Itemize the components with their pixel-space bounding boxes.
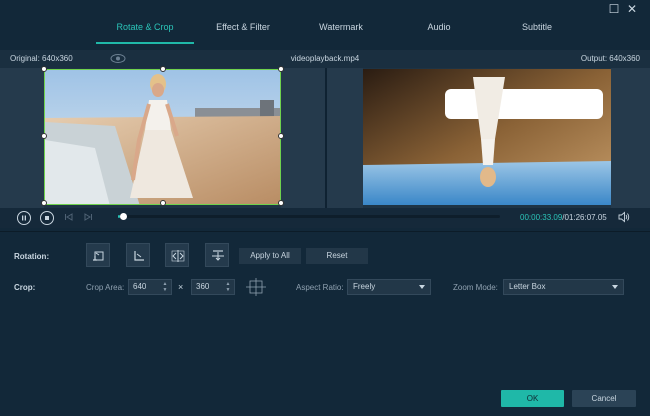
flipped-photo [363, 69, 611, 205]
flip-vertical-button[interactable] [205, 243, 229, 267]
pause-button[interactable] [17, 211, 31, 225]
crop-handle-right[interactable] [278, 133, 284, 139]
times-sign: × [178, 282, 184, 292]
flip-horizontal-button[interactable] [165, 243, 189, 267]
crop-handle-top-left[interactable] [41, 66, 47, 72]
stop-button[interactable] [40, 211, 54, 225]
divider-line [0, 231, 650, 232]
rotate-right-button[interactable] [126, 243, 150, 267]
zoom-mode-value: Letter Box [509, 282, 546, 291]
eye-icon[interactable] [110, 53, 126, 64]
crop-handle-bottom-left[interactable] [41, 200, 47, 206]
preview-margin-mid-right [327, 68, 363, 208]
flip-vertical-icon [212, 250, 224, 261]
cancel-button[interactable]: Cancel [572, 390, 636, 407]
flip-horizontal-icon [171, 250, 185, 262]
rotate-left-button[interactable] [86, 243, 110, 267]
crop-handle-top[interactable] [160, 66, 166, 72]
total-time: /01:26:07.05 [562, 213, 607, 222]
time-display: 00:00:33.09/01:26:07.05 [520, 213, 607, 222]
preview-info-bar: videoplayback.mp4 Original: 640x360 Outp… [0, 50, 650, 68]
volume-icon[interactable] [618, 211, 630, 223]
progress-track[interactable] [118, 215, 500, 218]
output-resolution: Output: 640x360 [580, 54, 640, 63]
tab-audio[interactable]: Audio [390, 16, 488, 44]
next-frame-icon[interactable] [83, 212, 93, 222]
tab-subtitle[interactable]: Subtitle [488, 16, 586, 44]
reset-button[interactable]: Reset [306, 248, 368, 264]
tab-effect-filter[interactable]: Effect & Filter [194, 16, 292, 44]
crop-handle-bottom[interactable] [160, 200, 166, 206]
file-name: videoplayback.mp4 [290, 54, 360, 63]
crop-width-input[interactable]: 640 ▲ ▼ [128, 279, 172, 295]
crop-height-value: 360 [196, 282, 210, 291]
tab-watermark[interactable]: Watermark [292, 16, 390, 44]
tab-bar: Rotate & Crop Effect & Filter Watermark … [96, 16, 586, 44]
tab-rotate-crop[interactable]: Rotate & Crop [96, 16, 194, 44]
close-icon[interactable]: ✕ [626, 3, 638, 15]
original-preview[interactable] [44, 69, 281, 205]
pause-icon [22, 215, 26, 221]
crop-width-value: 640 [133, 282, 147, 291]
output-preview [363, 69, 611, 205]
center-crop-icon[interactable] [245, 277, 267, 297]
zoom-mode-label: Zoom Mode: [453, 283, 498, 292]
preview-divider [325, 68, 327, 208]
rotate-left-icon [93, 251, 104, 261]
ok-button[interactable]: OK [501, 390, 564, 407]
original-resolution: Original: 640x360 [10, 54, 73, 63]
rotation-label: Rotation: [14, 252, 50, 261]
preview-margin-right [611, 68, 650, 208]
crop-handle-top-right[interactable] [278, 66, 284, 72]
aspect-ratio-dropdown[interactable]: Freely [347, 279, 431, 295]
crop-label: Crop: [14, 283, 36, 292]
chevron-down-icon [612, 285, 618, 289]
zoom-mode-dropdown[interactable]: Letter Box [503, 279, 624, 295]
preview-margin-left [0, 68, 44, 208]
crop-handle-bottom-right[interactable] [278, 200, 284, 206]
rotate-right-icon [134, 251, 144, 261]
current-time: 00:00:33.09 [520, 213, 563, 222]
stop-icon [45, 216, 49, 220]
chevron-down-icon [419, 285, 425, 289]
crop-area-label: Crop Area: [86, 283, 125, 292]
stepper-arrows-icon[interactable]: ▲ ▼ [225, 281, 231, 293]
aspect-ratio-label: Aspect Ratio: [296, 283, 344, 292]
aspect-ratio-value: Freely [353, 282, 376, 291]
stepper-arrows-icon[interactable]: ▲ ▼ [162, 281, 168, 293]
maximize-icon[interactable]: ☐ [608, 3, 620, 15]
beach-photo [45, 70, 280, 204]
crop-handle-left[interactable] [41, 133, 47, 139]
previous-frame-icon[interactable] [64, 212, 74, 222]
preview-margin-mid [281, 68, 325, 208]
crop-height-input[interactable]: 360 ▲ ▼ [191, 279, 235, 295]
apply-to-all-button[interactable]: Apply to All [239, 248, 301, 264]
